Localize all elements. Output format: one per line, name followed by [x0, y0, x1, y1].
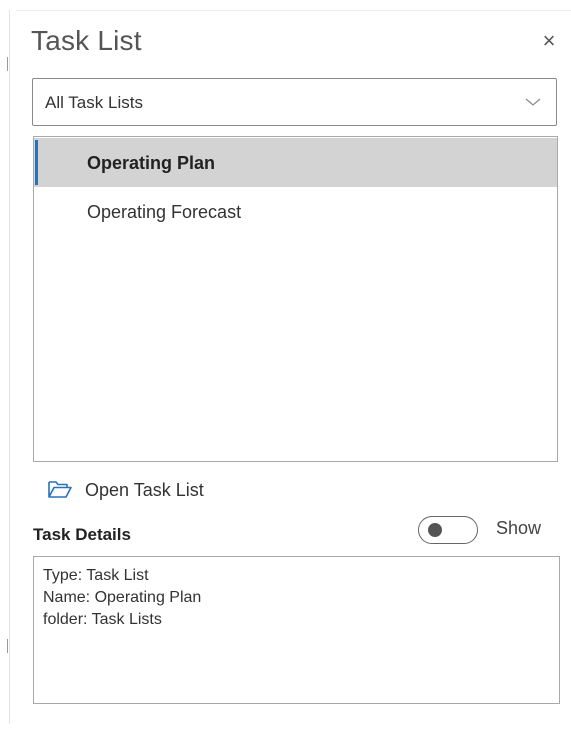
task-list-listbox[interactable]: Operating Plan Operating Forecast [33, 136, 558, 462]
splitter-mark-bottom [7, 639, 11, 653]
task-list-filter-dropdown[interactable]: All Task Lists [32, 78, 557, 126]
top-divider [16, 10, 571, 11]
list-item-operating-plan[interactable]: Operating Plan [34, 138, 557, 187]
detail-folder: folder: Task Lists [43, 611, 162, 628]
open-task-list-label: Open Task List [85, 480, 204, 500]
detail-type: Type: Task List [43, 567, 149, 584]
splitter-mark-top [7, 57, 11, 71]
list-item-label: Operating Plan [87, 153, 216, 173]
close-icon[interactable]: × [536, 28, 562, 54]
list-item-label: Operating Forecast [87, 202, 242, 222]
chevron-down-icon [525, 98, 541, 106]
list-item-operating-forecast[interactable]: Operating Forecast [34, 187, 557, 236]
left-edge-strip [0, 0, 16, 734]
toggle-knob [428, 523, 442, 537]
panel-title: Task List [31, 25, 142, 56]
task-details-box: Type: Task List Name: Operating Plan fol… [33, 556, 560, 704]
task-details-heading: Task Details [33, 525, 131, 544]
splitter-rail [9, 10, 10, 724]
selection-indicator [35, 140, 38, 185]
detail-name: Name: Operating Plan [43, 589, 202, 606]
show-toggle-label: Show [496, 518, 542, 538]
show-details-toggle[interactable] [418, 516, 478, 544]
dropdown-selected-value: All Task Lists [45, 93, 143, 112]
folder-open-icon [48, 481, 72, 498]
